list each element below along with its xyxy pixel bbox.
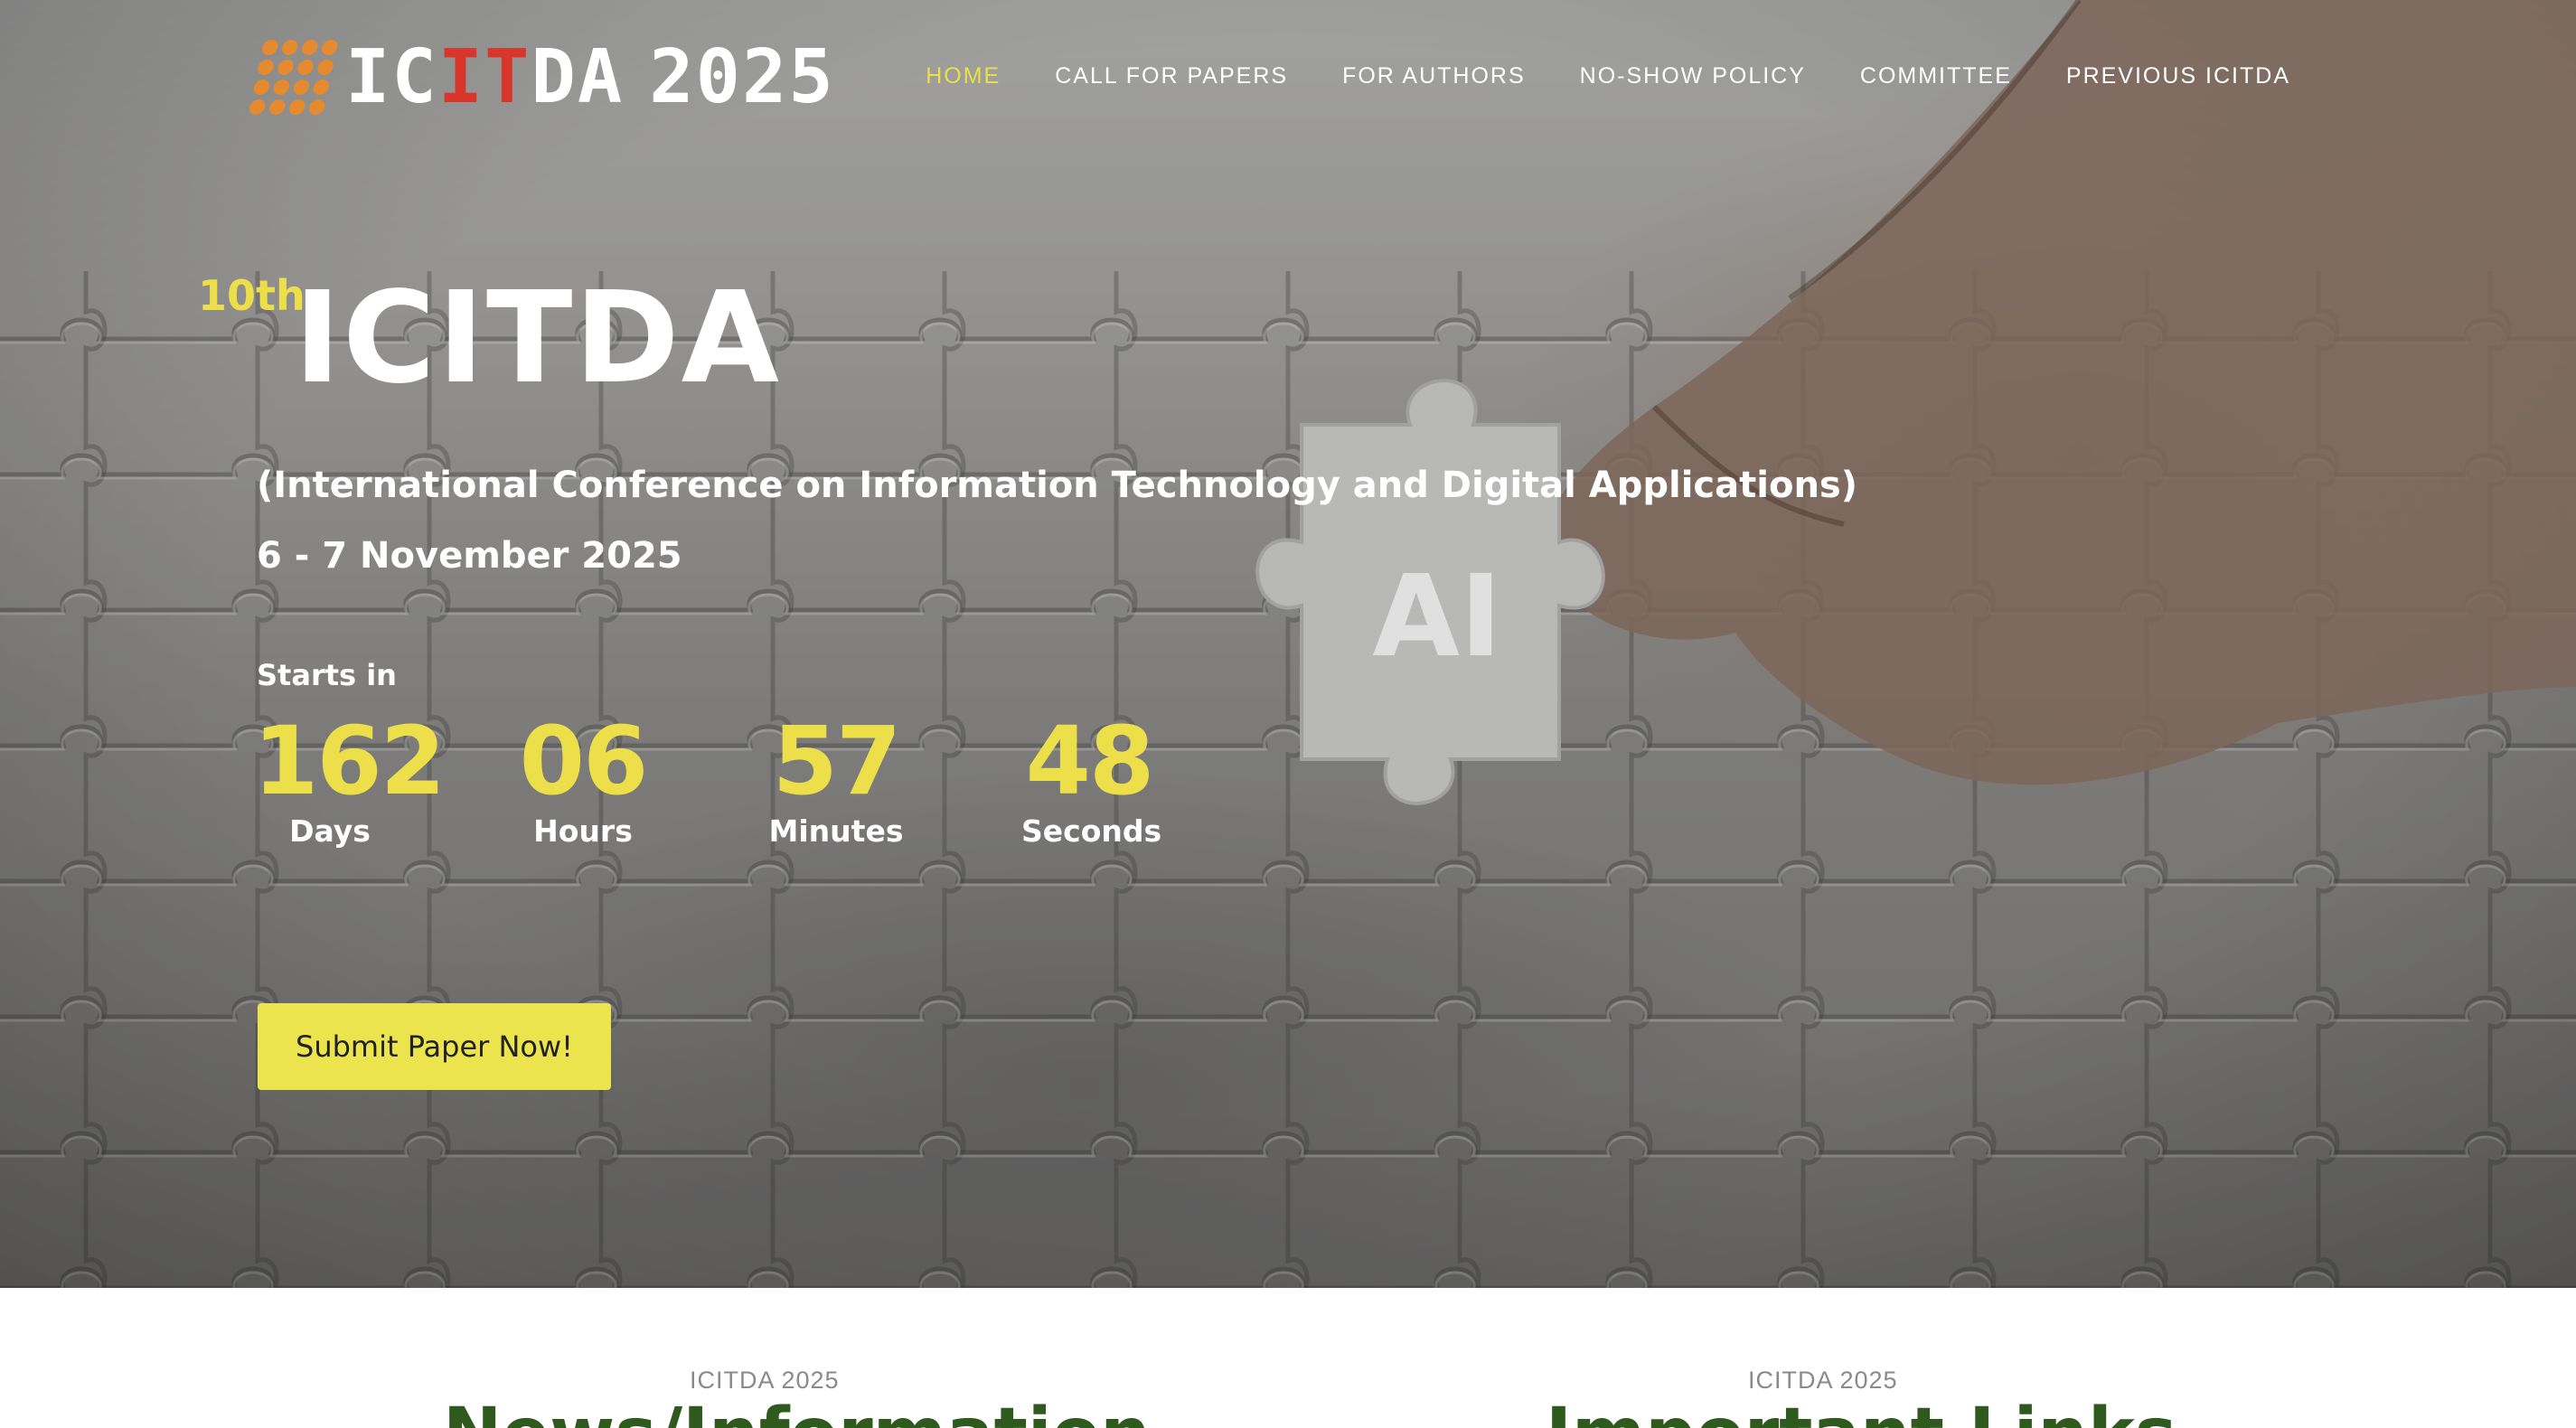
logo-year: 2025 <box>649 34 835 120</box>
site-logo[interactable]: IC IT DA 2025 <box>248 34 835 121</box>
countdown-hours-value: 06 <box>519 706 649 816</box>
countdown-heading: Starts in <box>257 658 397 692</box>
news-section-kicker: ICITDA 2025 <box>690 1367 840 1394</box>
countdown-hours-label: Hours <box>533 813 633 849</box>
countdown-seconds-label: Seconds <box>1021 813 1162 849</box>
logo-part-da: DA <box>531 34 625 120</box>
logo-wordmark: IC IT DA 2025 <box>345 41 835 115</box>
nav-call-for-papers[interactable]: CALL FOR PAPERS <box>1055 63 1288 89</box>
nav-for-authors[interactable]: FOR AUTHORS <box>1342 63 1526 89</box>
nav-no-show-policy[interactable]: NO-SHOW POLICY <box>1580 63 1806 89</box>
logo-part-it: IT <box>437 34 531 120</box>
conference-dates: 6 - 7 November 2025 <box>257 535 682 577</box>
conference-subtitle: (International Conference on Information… <box>257 465 1858 506</box>
countdown-minutes-value: 57 <box>772 706 902 816</box>
news-section-heading: News/Information <box>443 1399 1151 1428</box>
countdown-hours: 06 Hours <box>515 714 651 849</box>
countdown-days-label: Days <box>289 813 371 849</box>
countdown-minutes: 57 Minutes <box>768 714 904 849</box>
submit-paper-button[interactable]: Submit Paper Now! <box>258 1003 611 1090</box>
countdown-days: 162 Days <box>253 706 446 849</box>
links-section-kicker: ICITDA 2025 <box>1748 1367 1898 1394</box>
countdown-days-value: 162 <box>253 706 446 816</box>
nav-home[interactable]: HOME <box>926 63 1001 89</box>
countdown-seconds-value: 48 <box>1025 706 1155 816</box>
conference-title: ICITDA <box>294 265 781 412</box>
countdown-minutes-label: Minutes <box>768 813 904 849</box>
links-section-heading: Important Links <box>1546 1399 2176 1428</box>
main-nav: HOME CALL FOR PAPERS FOR AUTHORS NO-SHOW… <box>926 63 2290 89</box>
hero-banner: AI IC IT DA 2025 HOME CALL FOR PAPERS FOR A… <box>0 0 2576 1288</box>
edition-label: 10th <box>198 271 306 320</box>
countdown-seconds: 48 Seconds <box>1021 706 1162 849</box>
logo-dots-icon <box>248 39 341 117</box>
nav-previous-icitda[interactable]: PREVIOUS ICITDA <box>2066 63 2290 89</box>
hero-overlay <box>0 0 2576 1288</box>
logo-part-ic: IC <box>345 34 438 120</box>
nav-committee[interactable]: COMMITTEE <box>1860 63 2012 89</box>
